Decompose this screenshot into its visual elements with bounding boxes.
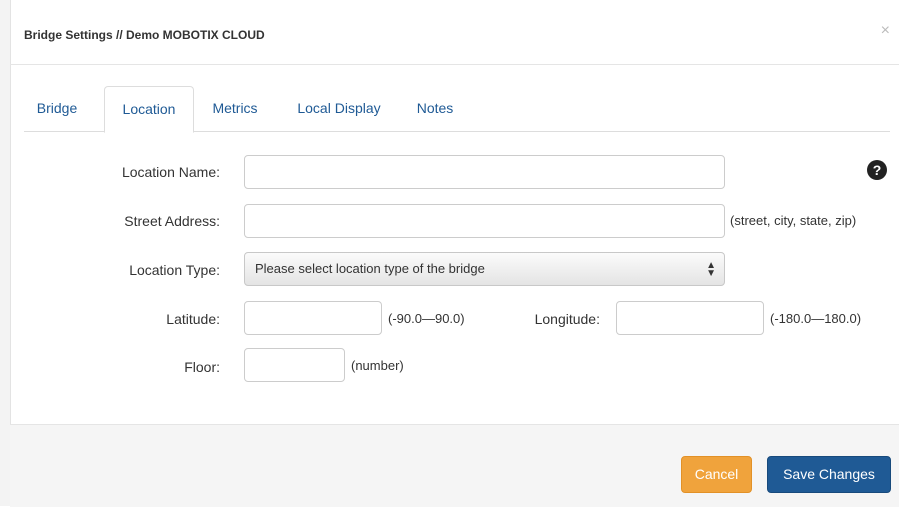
longitude-label: Longitude:	[534, 311, 600, 327]
tab-local-display[interactable]: Local Display	[284, 86, 394, 130]
location-name-input[interactable]	[244, 155, 725, 189]
modal-footer: Cancel Save Changes	[10, 424, 899, 507]
cancel-button[interactable]: Cancel	[681, 456, 752, 493]
street-address-label: Street Address:	[124, 213, 220, 229]
latitude-input[interactable]	[244, 301, 382, 335]
latitude-label: Latitude:	[166, 311, 220, 327]
street-address-hint: (street, city, state, zip)	[730, 213, 857, 228]
close-icon[interactable]: ×	[881, 22, 890, 40]
longitude-hint: (-180.0—180.0)	[770, 311, 862, 326]
floor-hint: (number)	[351, 358, 404, 373]
help-icon[interactable]: ?	[867, 160, 887, 180]
save-changes-button[interactable]: Save Changes	[767, 456, 891, 493]
tab-notes[interactable]: Notes	[406, 86, 464, 130]
location-name-label: Location Name:	[121, 164, 220, 180]
tab-bar: Bridge Location Metrics Local Display No…	[24, 86, 890, 133]
location-type-label: Location Type:	[129, 262, 220, 278]
tab-location[interactable]: Location	[104, 86, 194, 133]
location-type-select[interactable]: Please select location type of the bridg…	[244, 252, 725, 286]
modal-header: Bridge Settings // Demo MOBOTIX CLOUD ×	[10, 0, 899, 65]
longitude-input[interactable]	[616, 301, 764, 335]
bridge-settings-modal: Bridge Settings // Demo MOBOTIX CLOUD × …	[0, 0, 899, 507]
select-arrows-icon: ▲ ▼	[706, 260, 716, 279]
modal-title: Bridge Settings // Demo MOBOTIX CLOUD	[24, 28, 265, 42]
floor-input[interactable]	[244, 348, 345, 382]
tab-metrics[interactable]: Metrics	[202, 86, 268, 130]
street-address-input[interactable]	[244, 204, 725, 238]
floor-label: Floor:	[184, 359, 220, 375]
tab-bridge[interactable]: Bridge	[24, 86, 90, 130]
location-type-selected-value: Please select location type of the bridg…	[255, 261, 485, 276]
latitude-hint: (-90.0—90.0)	[388, 311, 465, 326]
